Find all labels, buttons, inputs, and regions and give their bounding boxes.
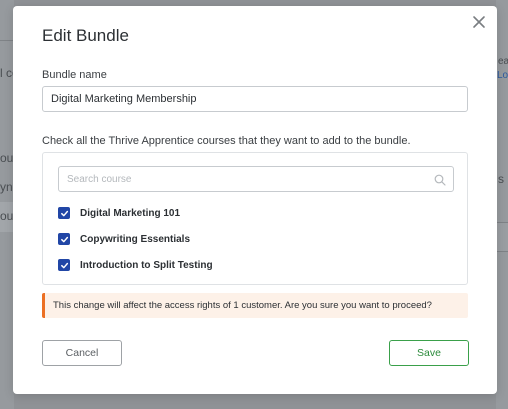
bundle-name-input[interactable] bbox=[42, 86, 468, 112]
checkbox-checked[interactable] bbox=[58, 207, 70, 219]
background-text: s bbox=[498, 172, 504, 186]
course-item[interactable]: Digital Marketing 101 bbox=[58, 206, 180, 220]
checkmark-icon bbox=[60, 262, 68, 268]
save-button[interactable]: Save bbox=[389, 340, 469, 366]
cancel-button[interactable]: Cancel bbox=[42, 340, 122, 366]
course-item[interactable]: Copywriting Essentials bbox=[58, 232, 190, 246]
background-text: our bbox=[0, 209, 14, 223]
background-divider bbox=[0, 40, 14, 41]
checkmark-icon bbox=[60, 210, 68, 216]
warning-notice: This change will affect the access right… bbox=[42, 293, 468, 318]
background-right-box bbox=[496, 222, 508, 252]
bundle-name-label: Bundle name bbox=[42, 69, 107, 81]
course-item[interactable]: Introduction to Split Testing bbox=[58, 258, 213, 272]
close-icon bbox=[471, 14, 487, 30]
search-course-field[interactable] bbox=[58, 166, 454, 192]
checkbox-checked[interactable] bbox=[58, 259, 70, 271]
checkbox-checked[interactable] bbox=[58, 233, 70, 245]
edit-bundle-modal: Edit Bundle Bundle name Check all the Th… bbox=[13, 6, 497, 394]
background-text: ynar bbox=[0, 180, 14, 194]
courses-instruction: Check all the Thrive Apprentice courses … bbox=[42, 135, 411, 147]
search-icon bbox=[434, 174, 446, 186]
background-text: our bbox=[0, 151, 14, 165]
background-text: ea bbox=[498, 56, 508, 67]
modal-title: Edit Bundle bbox=[42, 26, 129, 45]
course-label: Copywriting Essentials bbox=[80, 233, 191, 245]
checkmark-icon bbox=[60, 236, 68, 242]
course-label: Digital Marketing 101 bbox=[80, 207, 181, 219]
close-button[interactable] bbox=[471, 14, 487, 30]
courses-list-box: Digital Marketing 101 Copywriting Essent… bbox=[42, 152, 468, 285]
course-label: Introduction to Split Testing bbox=[80, 259, 213, 271]
background-text: Lo bbox=[497, 70, 508, 81]
background-text: l co bbox=[0, 66, 14, 80]
search-course-input[interactable] bbox=[59, 167, 453, 191]
